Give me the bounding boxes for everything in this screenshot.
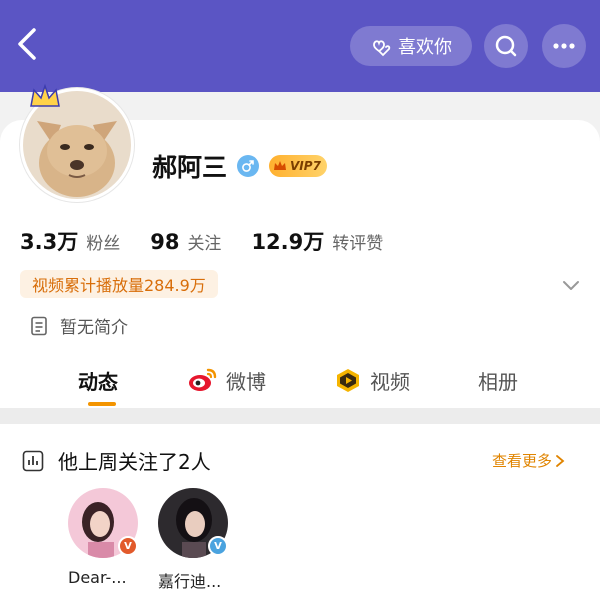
top-bar: 喜欢你	[0, 0, 600, 92]
bio-row: 暂无简介	[30, 313, 128, 338]
vip-label: VIP7	[290, 159, 321, 173]
chevron-down-icon[interactable]	[560, 274, 582, 296]
tab-album[interactable]: 相册	[478, 362, 518, 398]
following-stat[interactable]: 98 关注	[150, 229, 221, 254]
back-button[interactable]	[12, 26, 44, 62]
verified-badge-orange-icon: V	[118, 536, 138, 556]
engagement-label: 转评赞	[332, 234, 384, 254]
search-button[interactable]	[484, 24, 528, 68]
tab-video-label: 视频	[370, 369, 410, 394]
vip-crown-icon	[274, 161, 287, 170]
name-row: 郝阿三 VIP7	[152, 148, 327, 184]
followed-user-name: Dear-...	[68, 568, 127, 587]
followed-user[interactable]: V 嘉行迪...	[158, 488, 238, 592]
chevron-left-icon	[18, 28, 36, 60]
crown-icon	[30, 83, 60, 107]
followed-user-name: 嘉行迪...	[158, 572, 222, 591]
active-tab-indicator	[88, 402, 116, 406]
bar-chart-icon	[22, 450, 44, 471]
chevron-right-icon	[556, 454, 565, 467]
document-icon	[31, 316, 47, 335]
profile-name: 郝阿三	[152, 153, 228, 182]
recent-follows-header: 他上周关注了2人	[22, 446, 211, 475]
verified-badge-blue-icon: V	[208, 536, 228, 556]
video-icon	[337, 369, 359, 392]
see-more-label: 查看更多	[492, 452, 553, 470]
tab-feed[interactable]: 动态	[78, 362, 118, 398]
tab-weibo-label: 微博	[226, 369, 266, 394]
engagement-count: 12.9万	[251, 230, 325, 254]
tab-feed-label: 动态	[78, 369, 118, 394]
engagement-stat[interactable]: 12.9万 转评赞	[251, 226, 383, 256]
tab-video[interactable]: 视频	[334, 362, 410, 398]
tab-album-label: 相册	[478, 369, 518, 394]
tab-weibo[interactable]: 微博	[188, 362, 266, 398]
more-button[interactable]	[542, 24, 586, 68]
like-you-label: 喜欢你	[398, 37, 452, 58]
following-count: 98	[150, 230, 180, 254]
video-play-count-badge[interactable]: 视频累计播放量284.9万	[20, 270, 218, 298]
followers-label: 粉丝	[86, 234, 121, 254]
like-you-button[interactable]: 喜欢你	[350, 26, 472, 66]
followers-count: 3.3万	[20, 230, 79, 254]
following-label: 关注	[187, 234, 222, 254]
recent-follows-section: 他上周关注了2人 查看更多 V Dear-... V 嘉行迪...	[0, 424, 600, 598]
profile-stats: 3.3万 粉丝 98 关注 12.9万 转评赞	[20, 226, 383, 256]
weibo-icon	[189, 368, 217, 391]
vip-badge[interactable]: VIP7	[269, 155, 327, 177]
hand-heart-icon	[373, 40, 391, 57]
search-icon	[495, 35, 517, 57]
followed-user[interactable]: V Dear-...	[68, 488, 148, 587]
bio-text: 暂无简介	[60, 318, 128, 338]
profile-tabs: 动态 微博 视频 相册	[0, 358, 600, 406]
followers-stat[interactable]: 3.3万 粉丝	[20, 226, 120, 256]
male-icon	[237, 155, 260, 177]
more-dots-icon	[553, 43, 575, 49]
recent-follows-title: 他上周关注了2人	[58, 450, 211, 474]
section-divider	[0, 408, 600, 424]
see-more-link[interactable]: 查看更多	[492, 450, 565, 471]
